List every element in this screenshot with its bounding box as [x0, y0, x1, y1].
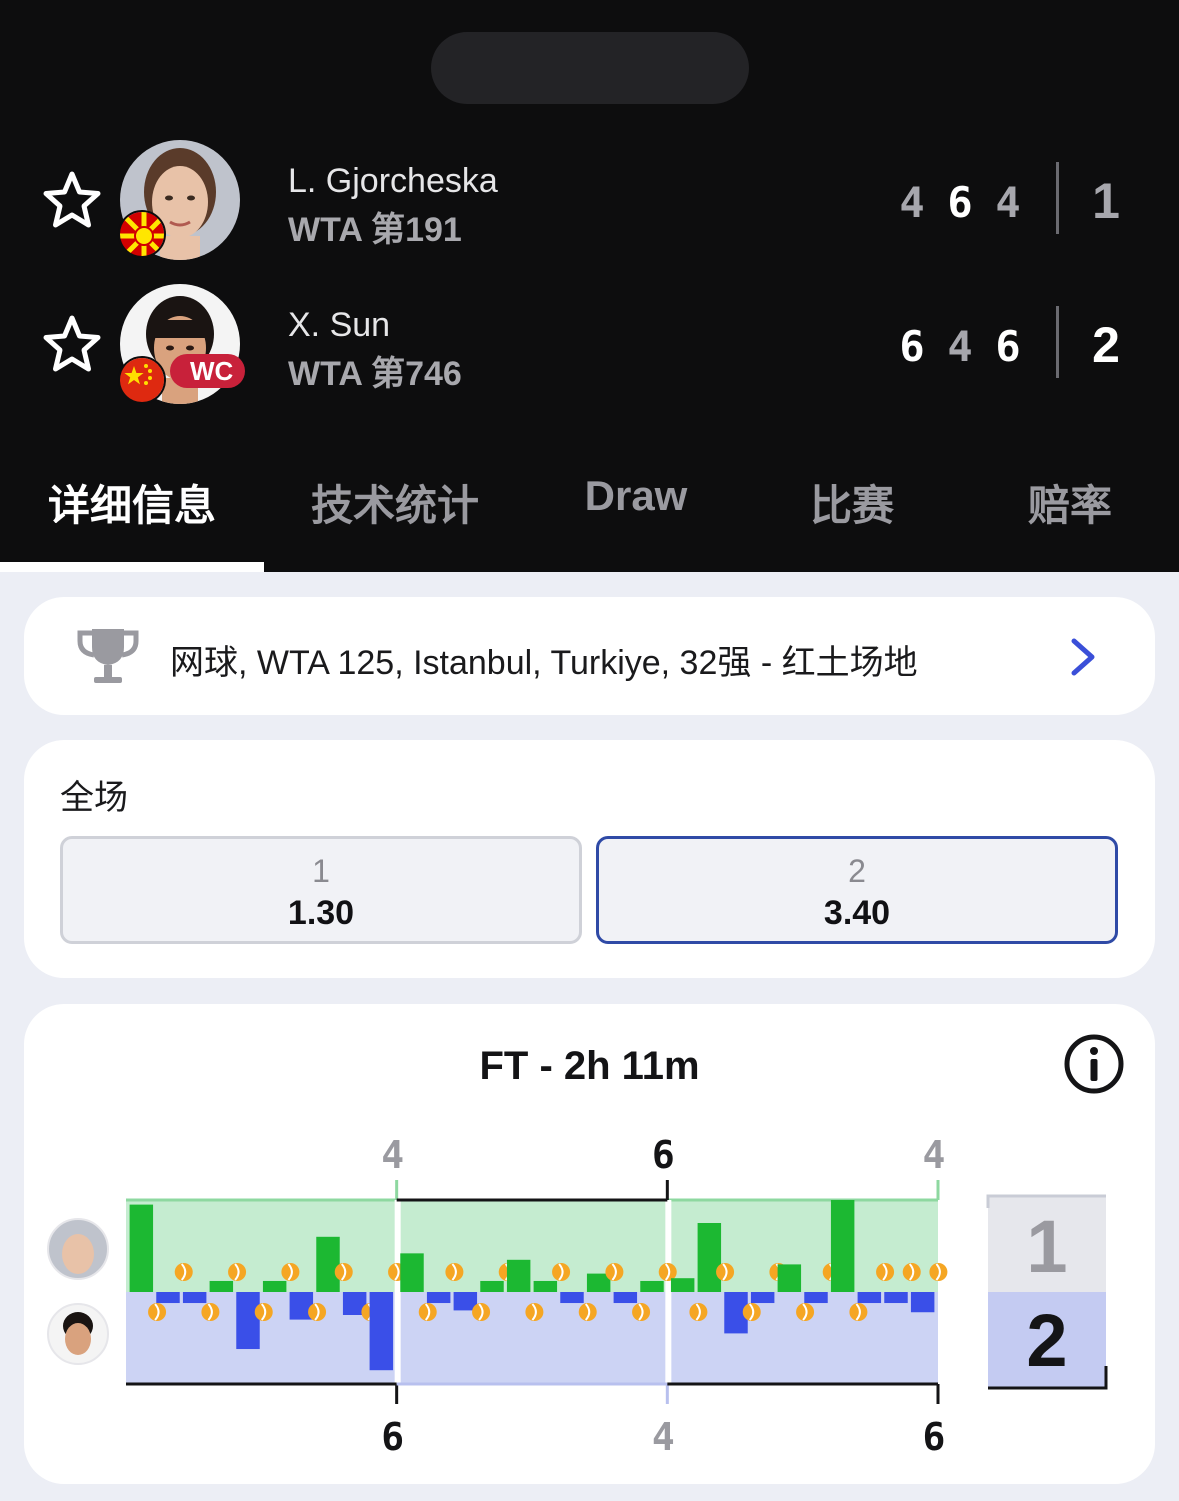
momentum-card: 4 6 6 4 4 6 1 2 FT - 2h 11m — [24, 1004, 1155, 1484]
set-score-label-bottom: 6 — [381, 1415, 404, 1459]
tournament-card[interactable]: 网球, WTA 125, Istanbul, Turkiye, 32强 - 红土… — [24, 597, 1155, 715]
game-momentum-bar — [697, 1223, 722, 1292]
game-momentum-bar — [640, 1280, 664, 1292]
score-divider — [1056, 306, 1059, 378]
game-momentum-bar — [670, 1278, 695, 1292]
player-1-momentum-area — [126, 1200, 938, 1292]
favorite-star-icon[interactable] — [40, 312, 104, 376]
player-row-2: WC X. Sun WTA 第746 6 4 6 2 — [0, 284, 1179, 408]
chevron-right-icon[interactable] — [1068, 635, 1098, 679]
game-momentum-bar — [182, 1292, 207, 1304]
game-momentum-bar — [156, 1292, 180, 1304]
odds-option-label: 2 — [848, 853, 866, 889]
game-momentum-bar — [316, 1236, 340, 1292]
china-flag-icon — [118, 356, 166, 404]
summary-sets-player-1: 1 — [1026, 1205, 1067, 1288]
top-pill[interactable] — [431, 32, 749, 104]
player-1-set-3: 4 — [995, 178, 1021, 227]
player-2-set-2: 4 — [947, 322, 973, 371]
game-momentum-bar — [884, 1292, 908, 1304]
trophy-icon — [77, 629, 139, 683]
match-header: L. Gjorcheska WTA 第191 4 6 4 1 WC X. Sun… — [0, 0, 1179, 572]
game-momentum-bar — [910, 1292, 935, 1313]
player-1-mini-face — [62, 1234, 94, 1274]
game-momentum-bar — [560, 1292, 584, 1304]
player-1-total: 1 — [1092, 173, 1120, 229]
match-status: FT - 2h 11m — [479, 1044, 700, 1088]
score-divider — [1056, 162, 1059, 234]
game-momentum-bar — [129, 1204, 154, 1292]
odds-option-label: 1 — [312, 853, 330, 889]
player-1-name[interactable]: L. Gjorcheska — [288, 162, 498, 201]
tab-draw[interactable]: Draw — [556, 472, 716, 520]
game-momentum-bar — [613, 1292, 638, 1304]
set-score-label-top: 4 — [923, 1133, 946, 1177]
tab-statistics[interactable]: 技术统计 — [290, 472, 500, 533]
set-separator — [394, 1200, 401, 1384]
north-macedonia-flag-icon — [118, 210, 166, 258]
tab-details[interactable]: 详细信息 — [0, 472, 264, 533]
odds-card: 全场 1 1.30 2 3.40 — [24, 740, 1155, 978]
set-score-label-bottom: 6 — [923, 1415, 946, 1459]
summary-sets-player-2: 2 — [1026, 1299, 1067, 1382]
set-separator — [665, 1200, 672, 1384]
game-momentum-bar — [480, 1280, 504, 1292]
game-momentum-bar — [857, 1292, 882, 1304]
info-icon[interactable] — [1062, 1032, 1126, 1096]
wildcard-badge: WC — [170, 354, 246, 388]
set-score-label-bottom: 4 — [652, 1415, 675, 1459]
favorite-star-icon[interactable] — [40, 168, 104, 232]
tab-matches[interactable]: 比赛 — [782, 472, 922, 533]
player-1-set-2: 6 — [947, 178, 973, 227]
player-2-total: 2 — [1092, 317, 1120, 373]
odds-option-value: 3.40 — [823, 894, 891, 932]
game-momentum-bar — [262, 1280, 287, 1292]
player-2-set-1: 6 — [899, 322, 925, 371]
game-momentum-bar — [400, 1253, 424, 1292]
odds-option-value: 1.30 — [287, 894, 355, 932]
game-momentum-bar — [209, 1280, 234, 1292]
odds-market-title: 全场 — [60, 779, 128, 817]
game-momentum-bar — [750, 1292, 775, 1304]
player-2-name[interactable]: X. Sun — [288, 306, 390, 345]
tab-bar: 详细信息 技术统计 Draw 比赛 赔率 — [0, 462, 1179, 572]
game-momentum-bar — [426, 1292, 451, 1304]
active-tab-indicator — [0, 562, 264, 572]
player-row-1: L. Gjorcheska WTA 第191 4 6 4 1 — [0, 140, 1179, 264]
player-2-set-3: 6 — [995, 322, 1021, 371]
game-momentum-bar — [236, 1292, 260, 1350]
player-2-mini-face — [65, 1323, 91, 1355]
tournament-name: 网球, WTA 125, Istanbul, Turkiye, 32强 - 红土… — [170, 644, 918, 682]
tab-odds[interactable]: 赔率 — [1000, 472, 1140, 533]
odds-option-1[interactable]: 1 1.30 — [60, 836, 582, 944]
player-2-rank: WTA 第746 — [288, 355, 462, 393]
game-momentum-bar — [830, 1200, 855, 1292]
game-momentum-bar — [506, 1259, 531, 1292]
game-momentum-bar — [369, 1292, 394, 1371]
game-momentum-bar — [804, 1292, 828, 1304]
player-1-rank: WTA 第191 — [288, 211, 462, 249]
set-score-label-top: 6 — [652, 1133, 675, 1177]
game-momentum-bar — [777, 1264, 802, 1292]
odds-option-2[interactable]: 2 3.40 — [596, 836, 1118, 944]
game-momentum-bar — [533, 1280, 558, 1292]
set-score-label-top: 4 — [381, 1133, 404, 1177]
player-1-set-1: 4 — [899, 178, 925, 227]
